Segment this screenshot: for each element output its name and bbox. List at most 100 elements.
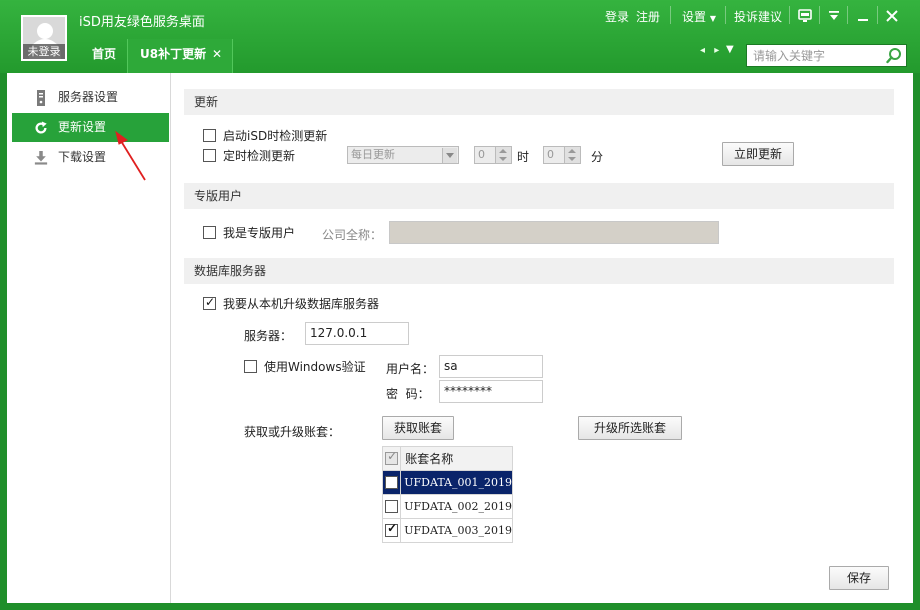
select-value: 每日更新 <box>351 148 395 161</box>
checkbox-label: 我要从本机升级数据库服务器 <box>223 297 380 311</box>
check-on-start-checkbox[interactable]: 启动iSD时检测更新 <box>203 128 327 144</box>
table-row[interactable]: UFDATA_001_2019 <box>381 470 513 495</box>
search-input[interactable] <box>753 47 881 64</box>
feedback-link[interactable]: 投诉建议 <box>734 8 782 25</box>
special-user-checkbox[interactable]: 我是专版用户 <box>203 225 295 241</box>
checkbox-box <box>203 149 216 162</box>
chevron-down-icon <box>442 148 457 163</box>
section-header-special-user: 专版用户 <box>184 183 894 209</box>
checkbox-label: 启动iSD时检测更新 <box>223 129 328 143</box>
settings-label: 设置 <box>682 10 707 24</box>
stepper-arrows-icon[interactable] <box>564 147 580 163</box>
close-icon[interactable] <box>881 5 903 27</box>
select-all-cell[interactable] <box>381 446 402 471</box>
avatar-head-shape <box>37 23 53 39</box>
server-field[interactable]: 127.0.0.1 <box>305 322 409 345</box>
minute-unit: 分 <box>591 150 604 164</box>
avatar[interactable]: 未登录 <box>21 15 67 61</box>
sidebar-item-label: 服务器设置 <box>58 90 119 104</box>
dropdown-icon[interactable] <box>823 5 845 27</box>
update-frequency-select[interactable]: 每日更新 <box>347 146 459 164</box>
select-all-checkbox[interactable] <box>385 449 399 465</box>
refresh-icon <box>35 121 47 134</box>
section-header-db-server: 数据库服务器 <box>184 258 894 284</box>
window-body: 服务器设置 更新设置 下载设置 更新 启动iSD时检测更新 定时检测更新 每日更… <box>7 73 913 603</box>
skin-icon[interactable] <box>794 5 816 27</box>
upgrade-selected-button[interactable]: 升级所选账套 <box>578 416 682 440</box>
minute-stepper[interactable]: 0 <box>543 146 581 164</box>
row-checkbox-cell[interactable] <box>381 470 402 495</box>
row-checkbox[interactable] <box>385 475 399 489</box>
sidebar-item-server-settings[interactable]: 服务器设置 <box>12 83 169 112</box>
separator <box>789 6 790 24</box>
app-title: iSD用友绿色服务桌面 <box>79 15 205 30</box>
settings-menu[interactable]: 设置 ▼ <box>682 8 716 25</box>
title-bar: 未登录 iSD用友绿色服务桌面 登录 注册 设置 ▼ 投诉建议 首页 U8补丁更… <box>0 0 920 73</box>
sidebar-item-update-settings[interactable]: 更新设置 <box>12 113 169 142</box>
tab-close-icon[interactable]: ✕ <box>212 39 222 69</box>
tab-scroll-arrows-icon[interactable]: ◂ ▸ <box>700 45 722 56</box>
tab-home[interactable]: 首页 <box>80 39 128 73</box>
windows-auth-checkbox[interactable]: 使用Windows验证 <box>244 359 366 375</box>
sidebar-item-label: 更新设置 <box>58 120 107 134</box>
separator <box>670 6 671 24</box>
table-row[interactable]: UFDATA_003_2019 <box>381 518 513 543</box>
sidebar: 服务器设置 更新设置 下载设置 <box>7 73 171 603</box>
separator <box>819 6 820 24</box>
checkbox-box <box>203 129 216 142</box>
server-label: 服务器： <box>244 329 293 343</box>
checkbox-box <box>203 226 216 239</box>
tab-label: U8补丁更新 <box>140 47 207 61</box>
row-checkbox-cell[interactable] <box>381 494 402 519</box>
checkbox-label: 使用Windows验证 <box>264 360 366 374</box>
main-content: 更新 启动iSD时检测更新 定时检测更新 每日更新 0 时 0 分 立即更新 专… <box>172 73 913 603</box>
register-link[interactable]: 注册 <box>636 8 660 25</box>
accounts-label: 获取或升级账套： <box>244 425 341 439</box>
scheduled-check-checkbox[interactable]: 定时检测更新 <box>203 148 295 164</box>
tab-list-dropdown-icon[interactable]: ▼ <box>726 44 734 55</box>
upgrade-local-db-checkbox[interactable]: 我要从本机升级数据库服务器 <box>203 294 380 312</box>
account-name-cell: UFDATA_003_2019 <box>400 518 513 543</box>
column-header-account-name: 账套名称 <box>400 446 513 471</box>
avatar-label: 未登录 <box>23 44 65 59</box>
company-name-field[interactable] <box>389 221 719 244</box>
save-button[interactable]: 保存 <box>829 566 889 590</box>
username-field[interactable]: sa <box>439 355 543 378</box>
stepper-arrows-icon[interactable] <box>495 147 511 163</box>
hour-stepper[interactable]: 0 <box>474 146 512 164</box>
password-label: 密 码： <box>386 387 430 401</box>
chevron-down-icon: ▼ <box>709 14 716 23</box>
table-header-row: 账套名称 <box>381 446 513 471</box>
account-name-cell: UFDATA_002_2019 <box>400 494 513 519</box>
login-link[interactable]: 登录 <box>605 8 629 25</box>
update-now-button[interactable]: 立即更新 <box>722 142 794 166</box>
minimize-icon[interactable] <box>852 5 874 27</box>
stepper-value: 0 <box>478 148 485 161</box>
hour-unit: 时 <box>517 150 530 164</box>
checkbox-label: 我是专版用户 <box>223 226 296 240</box>
row-checkbox[interactable] <box>385 521 399 537</box>
checkbox-label: 定时检测更新 <box>223 149 296 163</box>
separator <box>725 6 726 24</box>
password-field[interactable]: ******** <box>439 380 543 403</box>
checkbox-box <box>244 360 257 373</box>
tab-u8-patch-update[interactable]: U8补丁更新 ✕ <box>127 39 233 73</box>
search-icon[interactable] <box>885 47 903 65</box>
get-accounts-button[interactable]: 获取账套 <box>382 416 454 440</box>
row-checkbox-cell[interactable] <box>381 518 402 543</box>
row-checkbox[interactable] <box>385 499 399 513</box>
separator <box>877 6 878 24</box>
username-label: 用户名： <box>386 362 435 376</box>
table-row[interactable]: UFDATA_002_2019 <box>381 494 513 519</box>
accounts-table: 账套名称 UFDATA_001_2019 UFDATA_002_2019 UFD… <box>381 446 513 543</box>
download-icon <box>34 151 48 165</box>
server-icon <box>37 90 45 106</box>
section-header-update: 更新 <box>184 89 894 115</box>
company-name-label: 公司全称： <box>322 228 383 242</box>
account-name-cell: UFDATA_001_2019 <box>400 470 513 495</box>
sidebar-item-label: 下载设置 <box>58 150 107 164</box>
sidebar-item-download-settings[interactable]: 下载设置 <box>12 143 169 172</box>
stepper-value: 0 <box>547 148 554 161</box>
search-box <box>746 44 907 67</box>
checkbox-box <box>203 294 216 310</box>
